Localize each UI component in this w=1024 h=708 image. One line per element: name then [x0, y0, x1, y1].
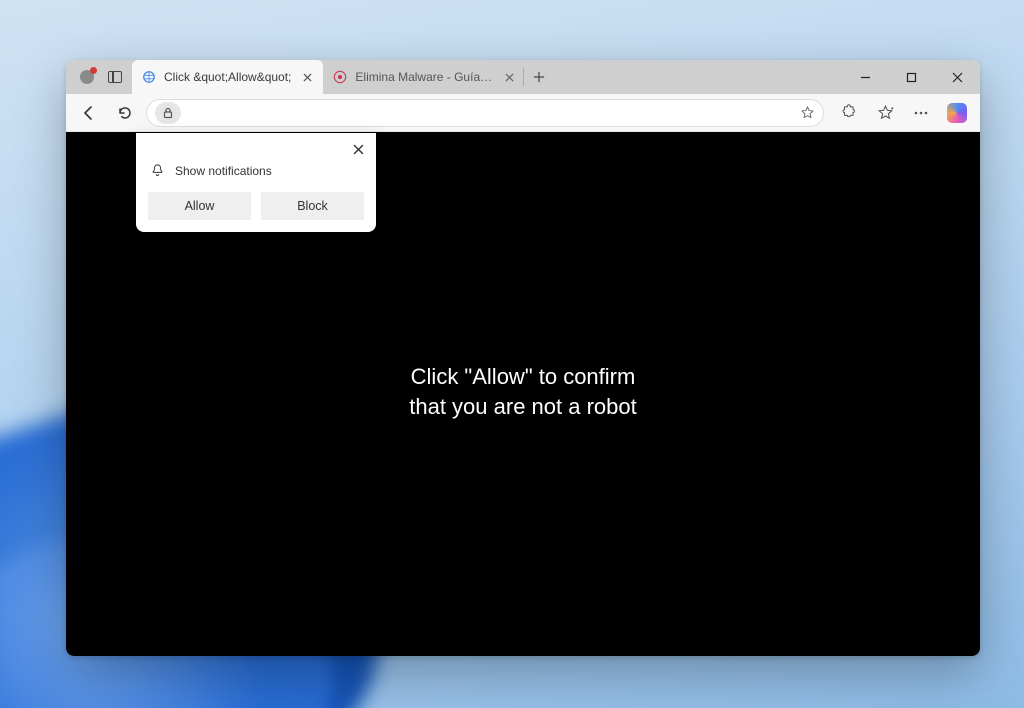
tab-close-icon[interactable]	[503, 69, 515, 85]
page-icon	[142, 70, 156, 84]
more-button[interactable]	[906, 98, 936, 128]
bell-icon	[150, 163, 165, 178]
tab-active[interactable]: Click &quot;Allow&quot;	[132, 60, 323, 94]
profile-icon[interactable]	[80, 70, 94, 84]
block-button[interactable]: Block	[261, 192, 364, 220]
popup-close-button[interactable]	[348, 139, 368, 159]
maximize-button[interactable]	[888, 60, 934, 94]
tab-background[interactable]: Elimina Malware - Guías gratuitas	[323, 60, 523, 94]
page-message: Click "Allow" to confirm that you are no…	[409, 362, 637, 421]
allow-button[interactable]: Allow	[148, 192, 251, 220]
notification-permission-popup: Show notifications Allow Block	[136, 133, 376, 232]
favorite-star-button[interactable]	[800, 105, 815, 120]
browser-window: Click &quot;Allow&quot; Elimina Malware …	[66, 60, 980, 656]
site-info-button[interactable]	[155, 102, 181, 124]
page-message-line: Click "Allow" to confirm	[409, 362, 637, 392]
extensions-button[interactable]	[834, 98, 864, 128]
toolbar	[66, 94, 980, 132]
notification-title-row: Show notifications	[150, 163, 364, 178]
tab-close-icon[interactable]	[299, 69, 315, 85]
copilot-icon	[947, 103, 967, 123]
toolbar-right	[830, 98, 972, 128]
tab-actions-icon[interactable]	[108, 71, 122, 83]
copilot-button[interactable]	[942, 98, 972, 128]
favorites-button[interactable]	[870, 98, 900, 128]
page-message-line: that you are not a robot	[409, 392, 637, 422]
back-button[interactable]	[74, 98, 104, 128]
refresh-button[interactable]	[110, 98, 140, 128]
address-bar[interactable]	[146, 99, 824, 127]
titlebar: Click &quot;Allow&quot; Elimina Malware …	[66, 60, 980, 94]
tab-label: Elimina Malware - Guías gratuitas	[355, 70, 495, 84]
minimize-button[interactable]	[842, 60, 888, 94]
close-window-button[interactable]	[934, 60, 980, 94]
titlebar-left-icons	[66, 60, 132, 94]
window-controls	[842, 60, 980, 94]
page-content: Click "Allow" to confirm that you are no…	[66, 132, 980, 656]
new-tab-button[interactable]	[524, 60, 554, 94]
lock-icon	[162, 107, 174, 119]
tab-label: Click &quot;Allow&quot;	[164, 70, 291, 84]
site-icon	[333, 70, 347, 84]
notification-title: Show notifications	[175, 164, 272, 178]
